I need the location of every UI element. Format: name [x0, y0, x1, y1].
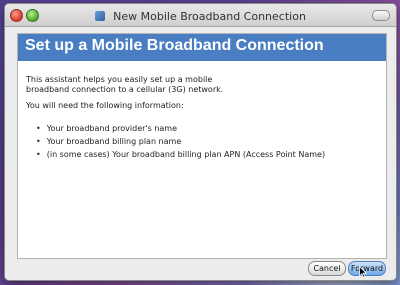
requirements-text: You will need the following information: [26, 101, 184, 110]
intro-line-2: broadband connection to a cellular (3G) … [26, 85, 224, 94]
window-title: New Mobile Broadband Connection [113, 10, 306, 23]
network-icon [95, 11, 106, 21]
page-title: Set up a Mobile Broadband Connection [25, 37, 324, 54]
content-panel: Set up a Mobile Broadband Connection Thi… [17, 33, 387, 259]
assistant-window: New Mobile Broadband Connection Set up a… [4, 3, 397, 281]
intro-text: This assistant helps you easily set up a… [26, 75, 223, 95]
toolbar-toggle-icon[interactable] [372, 10, 390, 21]
requirements-list: Your broadband provider's name Your broa… [36, 124, 325, 163]
cancel-button[interactable]: Cancel [308, 261, 346, 276]
title-bar[interactable]: New Mobile Broadband Connection [5, 4, 396, 27]
pointer-cursor-icon [359, 266, 367, 278]
list-item: Your broadband billing plan name [36, 137, 325, 150]
list-item: (in some cases) Your broadband billing p… [36, 150, 325, 163]
intro-line-1: This assistant helps you easily set up a… [26, 75, 213, 84]
forward-button[interactable]: Forward [348, 261, 386, 276]
header-banner: Set up a Mobile Broadband Connection [18, 34, 386, 61]
list-item: Your broadband provider's name [36, 124, 325, 137]
window-title-area: New Mobile Broadband Connection [5, 4, 396, 26]
